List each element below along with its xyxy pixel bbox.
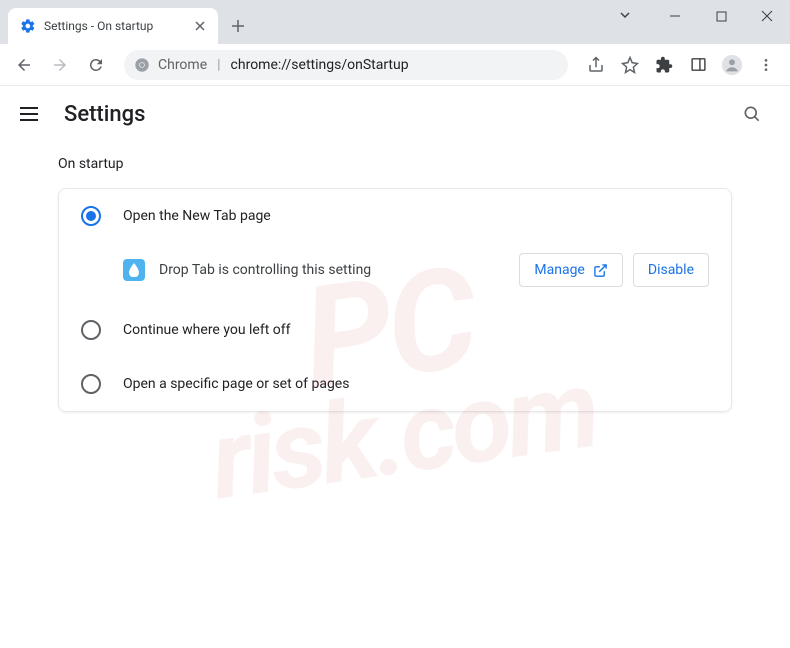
extension-notice: Drop Tab is controlling this setting Man… — [59, 243, 731, 303]
browser-toolbar: Chrome | chrome://settings/onStartup — [0, 44, 790, 86]
window-controls — [652, 0, 790, 32]
bookmark-star-icon[interactable] — [614, 49, 646, 81]
kebab-menu-icon[interactable] — [750, 49, 782, 81]
manage-label: Manage — [534, 262, 584, 278]
browser-tab[interactable]: Settings - On startup — [8, 8, 218, 44]
option-label: Open a specific page or set of pages — [123, 376, 349, 392]
disable-button[interactable]: Disable — [633, 253, 709, 287]
extensions-puzzle-icon[interactable] — [648, 49, 680, 81]
page-title: Settings — [64, 102, 714, 127]
search-icon[interactable] — [734, 96, 770, 132]
settings-header: Settings — [0, 86, 790, 142]
option-row-newtab[interactable]: Open the New Tab page — [59, 189, 731, 243]
omnibox-host: Chrome — [158, 57, 207, 73]
gear-icon — [20, 18, 36, 34]
omnibox-separator: | — [215, 57, 222, 73]
reload-button[interactable] — [80, 49, 112, 81]
disable-label: Disable — [648, 262, 694, 278]
option-row-continue[interactable]: Continue where you left off — [59, 303, 731, 357]
side-panel-icon[interactable] — [682, 49, 714, 81]
external-link-icon — [593, 263, 608, 278]
address-bar[interactable]: Chrome | chrome://settings/onStartup — [124, 50, 568, 80]
option-row-specific[interactable]: Open a specific page or set of pages — [59, 357, 731, 411]
tab-title: Settings - On startup — [44, 19, 184, 33]
share-icon[interactable] — [580, 49, 612, 81]
close-window-button[interactable] — [744, 0, 790, 32]
minimize-button[interactable] — [652, 0, 698, 32]
new-tab-button[interactable] — [224, 12, 252, 40]
back-button[interactable] — [8, 49, 40, 81]
profile-avatar-icon[interactable] — [716, 49, 748, 81]
manage-button[interactable]: Manage — [519, 253, 622, 287]
startup-card: Open the New Tab page Drop Tab is contro… — [58, 188, 732, 412]
option-label: Open the New Tab page — [123, 208, 271, 224]
radio-specific[interactable] — [81, 374, 101, 394]
radio-newtab[interactable] — [81, 206, 101, 226]
settings-content: On startup Open the New Tab page Drop Ta… — [0, 142, 790, 426]
window-titlebar: Settings - On startup — [0, 0, 790, 44]
option-label: Continue where you left off — [123, 322, 291, 338]
omnibox-url: chrome://settings/onStartup — [231, 57, 409, 73]
radio-continue[interactable] — [81, 320, 101, 340]
hamburger-menu-icon[interactable] — [20, 102, 44, 126]
forward-button[interactable] — [44, 49, 76, 81]
chrome-logo-icon — [134, 57, 150, 73]
section-title: On startup — [58, 156, 732, 172]
drop-tab-icon — [123, 259, 145, 281]
tab-search-chevron-icon[interactable] — [618, 8, 632, 22]
extension-message: Drop Tab is controlling this setting — [159, 262, 505, 278]
maximize-button[interactable] — [698, 0, 744, 32]
close-tab-icon[interactable] — [192, 18, 208, 34]
